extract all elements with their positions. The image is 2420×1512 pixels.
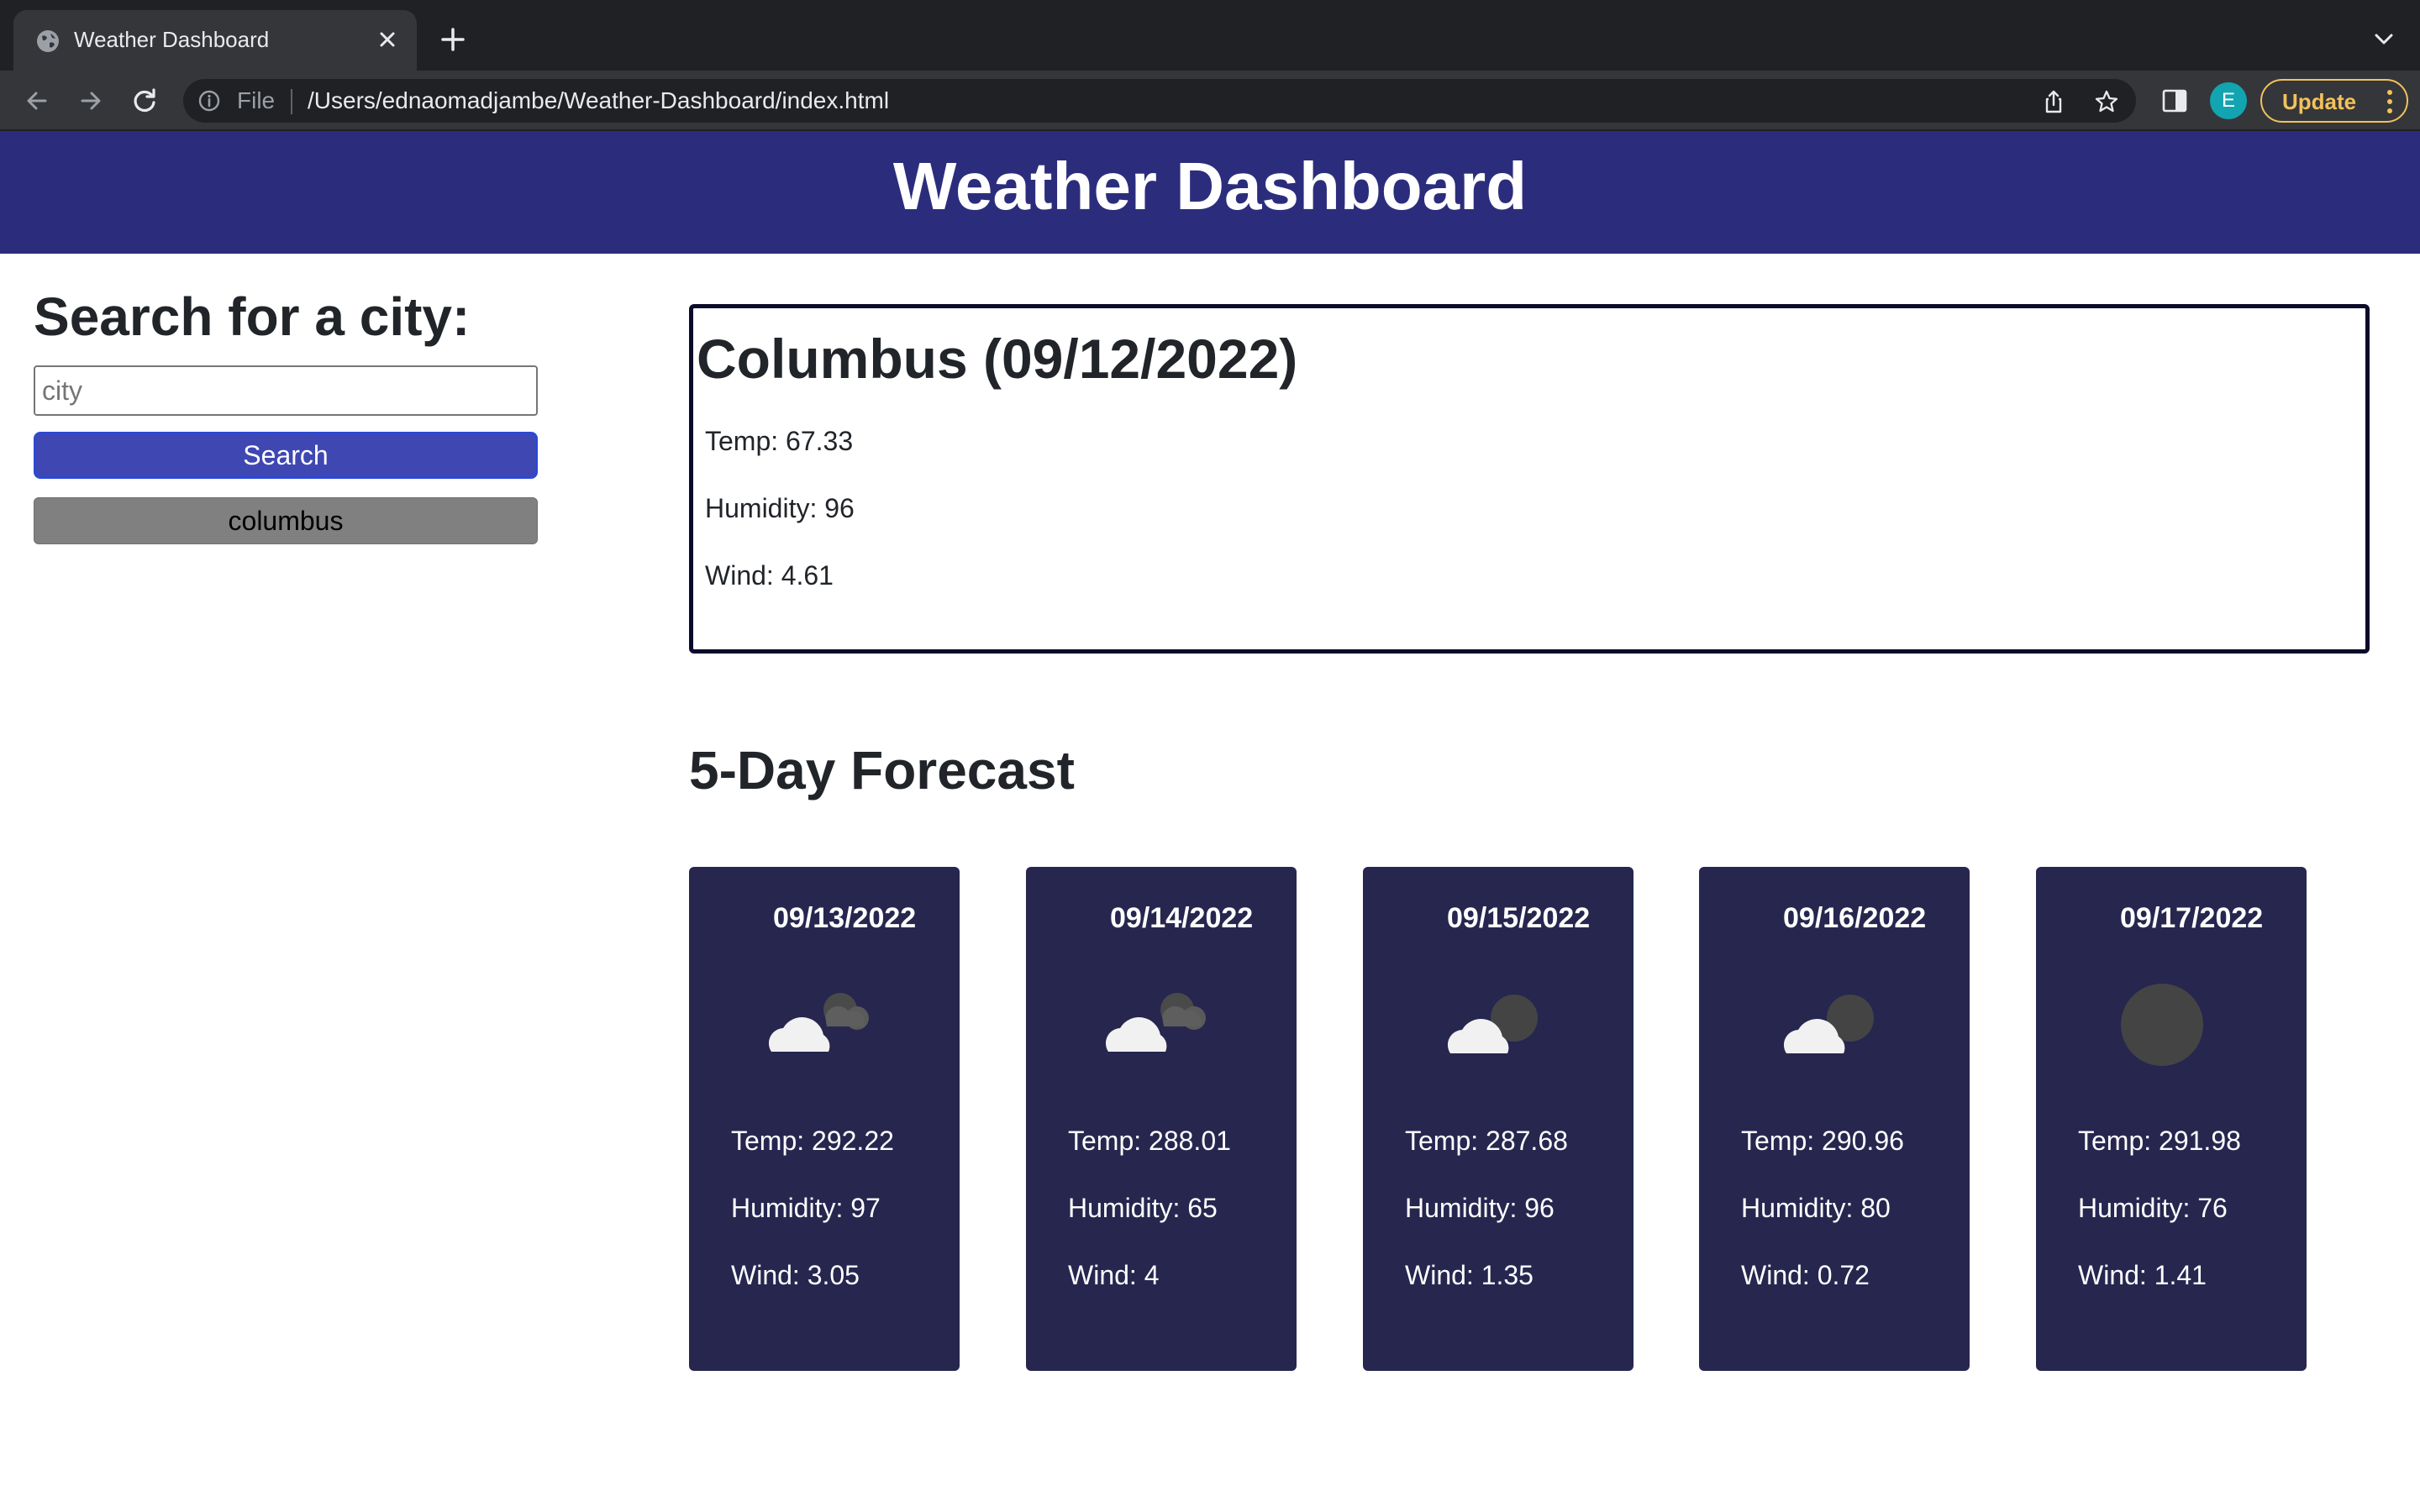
chevron-down-icon[interactable] [2370, 25, 2398, 54]
page-header: Weather Dashboard [0, 131, 2420, 254]
forecast-card: 09/13/2022 Temp: 292.22 Humidity: 97 Win… [689, 867, 960, 1371]
bookmark-star-icon[interactable] [2094, 89, 2119, 114]
browser-tab[interactable]: Weather Dashboard [13, 10, 417, 71]
url-separator [291, 89, 292, 114]
back-arrow-icon[interactable] [18, 82, 55, 119]
more-menu-icon[interactable] [2386, 89, 2393, 114]
city-search-input[interactable] [34, 365, 538, 416]
forecast-card: 09/16/2022 Temp: 290.96 Humidity: 80 Win… [1699, 867, 1970, 1371]
forecast-wind: Wind: 3.05 [731, 1260, 860, 1290]
profile-avatar[interactable]: E [2210, 82, 2247, 119]
current-temp: Temp: 67.33 [705, 426, 854, 456]
browser-tabstrip: Weather Dashboard [0, 0, 2420, 71]
forecast-date: 09/15/2022 [1447, 902, 1591, 934]
clear-night-icon [2121, 984, 2203, 1066]
page-title: Weather Dashboard [892, 149, 1528, 223]
search-sidebar: Search for a city: Search columbus [34, 286, 538, 544]
forecast-wind: Wind: 1.35 [1405, 1260, 1534, 1290]
forecast-temp: Temp: 292.22 [731, 1126, 894, 1156]
forecast-date: 09/16/2022 [1783, 902, 1927, 934]
tab-title: Weather Dashboard [74, 27, 270, 52]
forecast-humidity: Humidity: 80 [1741, 1193, 1891, 1223]
forecast-card: 09/17/2022 Temp: 291.98 Humidity: 76 Win… [2036, 867, 2307, 1371]
reload-icon[interactable] [126, 82, 163, 119]
history-item-columbus[interactable]: columbus [34, 497, 538, 544]
search-button[interactable]: Search [34, 432, 538, 479]
forecast-wind: Wind: 1.41 [2078, 1260, 2207, 1290]
forecast-card: 09/15/2022 Temp: 287.68 Humidity: 96 Win… [1363, 867, 1634, 1371]
share-icon[interactable] [2041, 89, 2066, 114]
current-weather-panel: Columbus (09/12/2022) Temp: 67.33 Humidi… [689, 304, 2370, 654]
update-button[interactable]: Update [2260, 79, 2408, 123]
forecast-date: 09/14/2022 [1110, 902, 1254, 934]
side-panel-icon[interactable] [2160, 86, 2190, 116]
new-tab-icon[interactable] [435, 22, 471, 57]
few-clouds-night-icon [1447, 995, 1538, 1053]
broken-clouds-night-icon [768, 993, 869, 1052]
address-bar[interactable]: File /Users/ednaomadjambe/Weather-Dashbo… [183, 79, 2136, 123]
forecast-temp: Temp: 288.01 [1068, 1126, 1231, 1156]
url-scheme-label: File [237, 87, 276, 113]
forecast-temp: Temp: 290.96 [1741, 1126, 1904, 1156]
current-wind: Wind: 4.61 [705, 560, 834, 591]
forecast-humidity: Humidity: 97 [731, 1193, 881, 1223]
forecast-heading: 5-Day Forecast [689, 740, 1075, 801]
forecast-humidity: Humidity: 96 [1405, 1193, 1555, 1223]
search-heading: Search for a city: [34, 286, 471, 347]
broken-clouds-night-icon [1105, 993, 1206, 1052]
browser-toolbar: File /Users/ednaomadjambe/Weather-Dashbo… [0, 71, 2420, 131]
update-button-label: Update [2282, 89, 2357, 114]
forecast-humidity: Humidity: 65 [1068, 1193, 1218, 1223]
globe-icon [37, 30, 59, 52]
forward-arrow-icon[interactable] [72, 82, 109, 119]
forecast-card: 09/14/2022 Temp: 288.01 Humidity: 65 Win… [1026, 867, 1297, 1371]
close-tab-icon[interactable] [371, 24, 403, 55]
info-icon[interactable] [198, 90, 220, 112]
few-clouds-night-icon [1783, 995, 1874, 1053]
forecast-date: 09/13/2022 [773, 902, 917, 934]
forecast-date: 09/17/2022 [2120, 902, 2264, 934]
forecast-wind: Wind: 0.72 [1741, 1260, 1870, 1290]
forecast-humidity: Humidity: 76 [2078, 1193, 2228, 1223]
current-city-title: Columbus (09/12/2022) [697, 328, 1298, 390]
forecast-temp: Temp: 291.98 [2078, 1126, 2241, 1156]
current-humidity: Humidity: 96 [705, 493, 855, 523]
forecast-temp: Temp: 287.68 [1405, 1126, 1568, 1156]
forecast-wind: Wind: 4 [1068, 1260, 1160, 1290]
url-text[interactable]: /Users/ednaomadjambe/Weather-Dashboard/i… [308, 87, 889, 114]
